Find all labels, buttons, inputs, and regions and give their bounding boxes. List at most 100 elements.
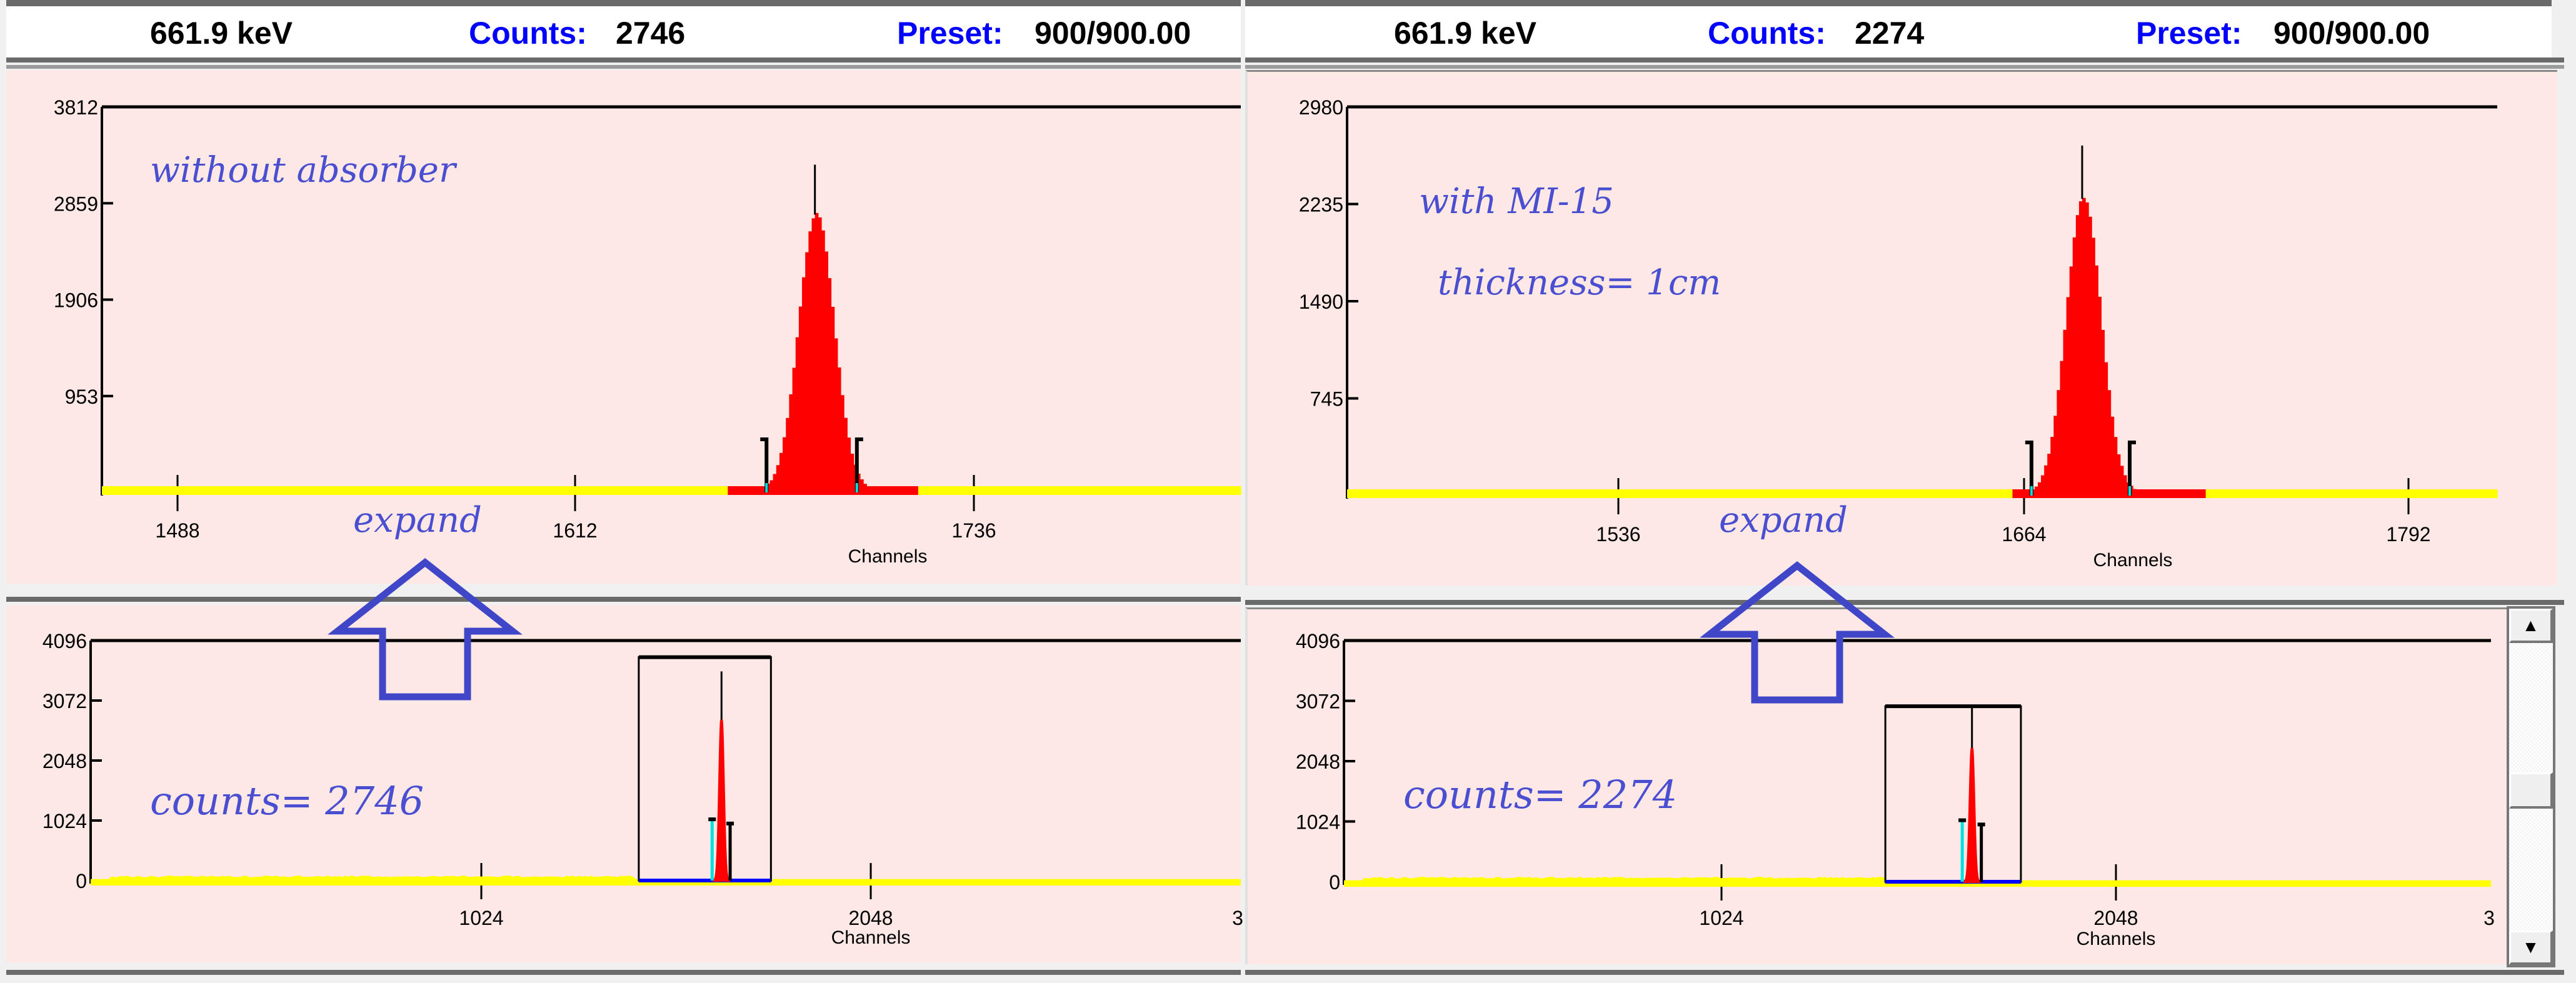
spectrum-bar xyxy=(1125,486,1128,495)
spectrum-bar xyxy=(1031,486,1035,495)
spectrum-bar xyxy=(1347,489,1351,498)
spectrum-bar xyxy=(2148,489,2153,498)
spectrum-bar xyxy=(1153,486,1158,495)
spectrum-bar xyxy=(1635,489,1639,498)
spectrum-bar xyxy=(840,395,844,495)
spectrum-bar xyxy=(2222,489,2225,498)
spectrum-bar xyxy=(450,486,454,495)
spectrum-bar xyxy=(2047,454,2051,498)
spectrum-bar xyxy=(2205,489,2210,498)
spectrum-bar xyxy=(1166,486,1171,495)
spectrum-bar xyxy=(1632,489,1636,498)
spectrum-bar xyxy=(156,486,161,495)
spectrum-bar xyxy=(453,486,458,495)
spectrum-bar xyxy=(173,486,177,495)
spectrum-bar xyxy=(2164,489,2168,498)
spectrum-bar xyxy=(2110,416,2115,498)
spectrum-bar xyxy=(1793,489,1798,498)
spectrum-bar xyxy=(2088,216,2092,498)
spectrum-bar xyxy=(302,486,306,495)
x-tick-label: 1792 xyxy=(2386,523,2430,546)
spectrum-bar xyxy=(679,486,683,495)
spectrum-bar xyxy=(2173,489,2178,498)
spectrum-bar xyxy=(1056,486,1061,495)
spectrum-bar xyxy=(1163,486,1167,495)
spectrum-bar xyxy=(2009,489,2013,498)
spectrum-bar xyxy=(2443,489,2447,498)
spectrum-bar xyxy=(1571,489,1576,498)
spectrum-bar xyxy=(1844,489,1848,498)
spectrum-bar xyxy=(473,486,477,495)
spectrum-bar xyxy=(2193,489,2197,498)
spectrum-bar xyxy=(292,486,296,495)
spectrum-bar xyxy=(1375,489,1380,498)
spectrum-bar xyxy=(1473,489,1478,498)
spectrum-bar xyxy=(1733,489,1738,498)
spectrum-bar xyxy=(1822,489,1826,498)
spectrum-bar xyxy=(208,486,213,495)
spectrum-bar xyxy=(224,486,228,495)
spectrum-bar xyxy=(795,337,799,495)
spectrum-bar xyxy=(124,486,128,495)
spectrum-bar xyxy=(1673,489,1677,498)
spectrum-bar xyxy=(905,486,909,495)
spectrum-bar xyxy=(602,486,606,495)
spectrum-bar xyxy=(147,486,151,495)
spectrum-bar xyxy=(418,486,422,495)
spectrum-bar xyxy=(528,486,532,495)
spectrum-bar xyxy=(1559,489,1563,498)
spectrum-bar xyxy=(2275,489,2279,498)
spectrum-bar xyxy=(2297,489,2302,498)
spectrum-bar xyxy=(2291,489,2295,498)
y-tick-label: 1906 xyxy=(54,289,98,312)
spectrum-bar xyxy=(1619,489,1623,498)
spectrum-bar xyxy=(705,486,709,495)
spectrum-bar xyxy=(444,486,448,495)
spectrum-bar xyxy=(1629,489,1633,498)
spectrum-bar xyxy=(469,486,474,495)
spectrum-bar xyxy=(1044,486,1048,495)
spectrum-bar xyxy=(431,486,435,495)
spectrum-bar xyxy=(960,486,964,495)
spectrum-bar xyxy=(1102,486,1106,495)
spectrum-bar xyxy=(1053,486,1058,495)
spectrum-bar xyxy=(1391,489,1395,498)
spectrum-bar xyxy=(1670,489,1674,498)
spectrum-bar xyxy=(1511,489,1516,498)
spectrum-bar xyxy=(344,486,348,495)
spectrum-bar xyxy=(1108,486,1113,495)
spectrum-bar xyxy=(2262,489,2267,498)
spectrum-bar xyxy=(286,486,289,495)
spectrum-bar xyxy=(2187,489,2190,498)
spectrum-bar xyxy=(847,437,851,495)
spectrum-bar xyxy=(2395,489,2400,498)
expand-arrow-icon xyxy=(328,558,523,701)
spectrum-bar xyxy=(1234,486,1238,495)
spectrum-bar xyxy=(1034,486,1038,495)
spectrum-bar xyxy=(2440,489,2444,498)
spectrum-bar xyxy=(2243,489,2248,498)
spectrum-bar xyxy=(447,486,451,495)
y-tick-label: 2235 xyxy=(1299,194,1343,216)
spectrum-bar xyxy=(986,486,990,495)
spectrum-bar xyxy=(2253,489,2257,498)
x-tick-label: 3 xyxy=(2483,907,2495,929)
spectrum-bar xyxy=(989,486,993,495)
spectrum-bar xyxy=(263,486,267,495)
spectrum-bar xyxy=(992,486,996,495)
spectrum-bar xyxy=(866,486,871,495)
spectrum-bar xyxy=(1568,489,1573,498)
spectrum-bar xyxy=(2218,489,2222,498)
spectrum-bar xyxy=(389,486,393,495)
spectrum-bar xyxy=(1476,489,1481,498)
spectrum-bar xyxy=(892,486,896,495)
spectrum-bar xyxy=(1066,486,1071,495)
x-tick-label: 2048 xyxy=(848,907,893,929)
spectrum-bar xyxy=(186,486,189,495)
spectrum-bar xyxy=(2003,489,2007,498)
spectrum-bar xyxy=(2247,489,2251,498)
spectrum-bar xyxy=(2326,489,2330,498)
spectrum-bar xyxy=(518,486,522,495)
spectrum-bar xyxy=(2098,296,2102,498)
spectrum-bar xyxy=(983,486,986,495)
